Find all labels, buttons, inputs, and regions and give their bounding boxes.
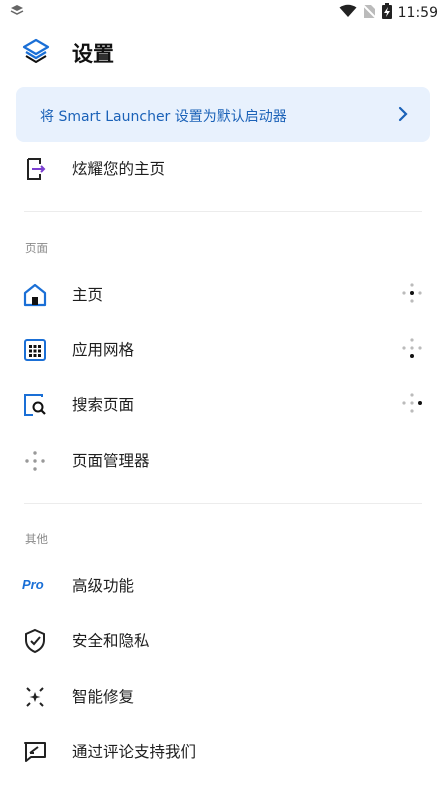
search-page-icon xyxy=(22,392,48,418)
section-title-pages: 页面 xyxy=(25,241,48,255)
app-header: 设置 xyxy=(0,24,446,76)
other-item-pro-features[interactable]: Pro 高级功能 xyxy=(0,557,446,613)
pages-item-page-manager[interactable]: 页面管理器 xyxy=(0,432,446,488)
share-arrows-icon xyxy=(22,156,48,182)
app-grid-icon xyxy=(22,337,48,363)
divider xyxy=(24,211,422,212)
no-sim-icon xyxy=(361,3,377,23)
pages-item-label: 页面管理器 xyxy=(72,452,150,470)
other-item-label: 安全和隐私 xyxy=(72,632,150,650)
battery-charging-icon xyxy=(381,3,392,23)
home-icon xyxy=(22,282,48,308)
other-item-label: 智能修复 xyxy=(72,688,135,706)
page-manager-icon xyxy=(22,448,48,474)
status-time: 11:59 xyxy=(397,5,438,21)
status-bar: 11:59 xyxy=(0,0,446,24)
smart-launcher-logo-icon xyxy=(22,38,50,68)
shield-check-icon xyxy=(22,628,48,654)
sparkle-repair-icon xyxy=(22,684,48,710)
section-title-other: 其他 xyxy=(25,532,48,546)
pages-item-label: 搜索页面 xyxy=(72,396,135,414)
pages-item-home[interactable]: 主页 xyxy=(0,266,446,322)
pages-item-app-grid[interactable]: 应用网格 xyxy=(0,321,446,377)
pages-item-search-page[interactable]: 搜索页面 xyxy=(0,376,446,432)
other-item-security-privacy[interactable]: 安全和隐私 xyxy=(0,612,446,668)
drag-handle-icon[interactable] xyxy=(402,283,422,303)
review-comment-icon xyxy=(22,739,48,765)
drag-handle-icon[interactable] xyxy=(402,393,422,413)
page-title: 设置 xyxy=(72,42,114,66)
other-item-support-review[interactable]: 通过评论支持我们 xyxy=(0,723,446,779)
drag-handle-icon[interactable] xyxy=(402,338,422,358)
divider xyxy=(24,503,422,504)
pro-icon: Pro xyxy=(22,577,44,592)
pages-item-label: 主页 xyxy=(72,286,104,304)
other-item-label: 通过评论支持我们 xyxy=(72,743,197,761)
other-item-smart-repair[interactable]: 智能修复 xyxy=(0,668,446,724)
app-notification-icon xyxy=(10,4,24,22)
other-item-label: 高级功能 xyxy=(72,577,135,595)
wifi-icon xyxy=(339,4,357,22)
chevron-right-icon xyxy=(398,106,408,126)
banner-text: 将 Smart Launcher 设置为默认启动器 xyxy=(40,109,287,125)
show-off-homepage-item[interactable]: 炫耀您的主页 xyxy=(0,140,446,196)
pages-item-label: 应用网格 xyxy=(72,341,135,359)
show-off-homepage-label: 炫耀您的主页 xyxy=(72,160,166,178)
set-default-launcher-banner[interactable]: 将 Smart Launcher 设置为默认启动器 xyxy=(16,87,430,142)
